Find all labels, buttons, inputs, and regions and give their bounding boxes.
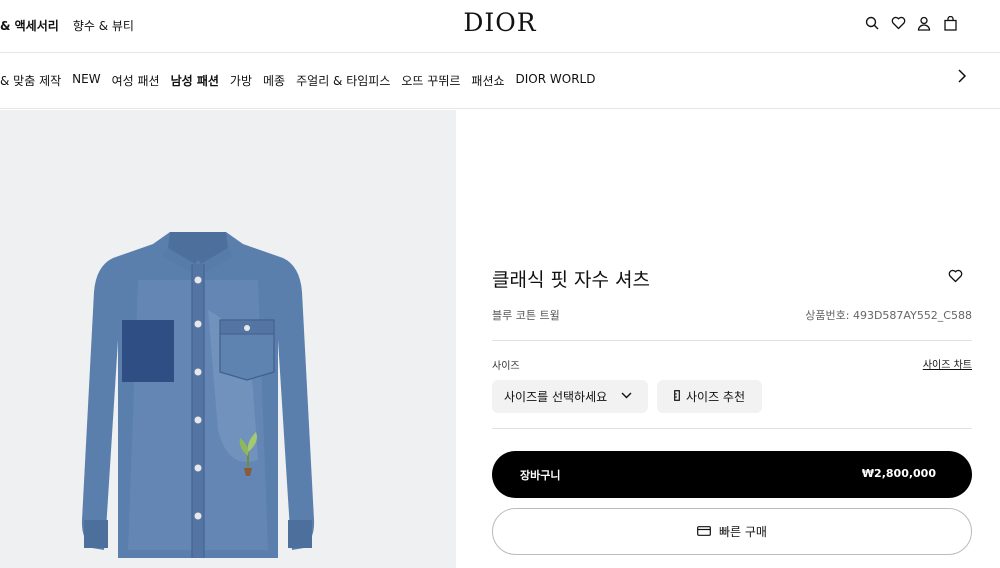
wishlist-heart-icon[interactable] — [948, 268, 964, 284]
nav-item-dior-world[interactable]: DIOR WORLD — [516, 72, 596, 89]
header-icons — [864, 14, 958, 32]
size-select-dropdown[interactable]: 사이즈를 선택하세요 — [492, 380, 648, 413]
divider — [492, 340, 972, 341]
nav-item-haute-couture[interactable]: 오뜨 꾸뛰르 — [401, 72, 460, 89]
add-to-cart-button[interactable]: 장바구니 ₩2,800,000 — [492, 451, 972, 498]
nav-item-fashion-show[interactable]: 패션쇼 — [471, 72, 504, 89]
quick-buy-button[interactable]: 빠른 구매 — [492, 508, 972, 555]
bag-icon[interactable] — [942, 14, 958, 32]
product-image-area — [0, 110, 456, 568]
search-icon[interactable] — [864, 14, 880, 32]
nav-item-men[interactable]: 남성 패션 — [171, 72, 219, 89]
product-title: 클래식 핏 자수 셔츠 — [492, 269, 650, 291]
denim-shirt-image — [81, 232, 315, 558]
nav-item-maison[interactable]: 메종 — [263, 72, 285, 89]
size-recommend-label: 사이즈 추천 — [685, 390, 745, 404]
nav-item-custom[interactable]: & 맞춤 제작 — [0, 72, 61, 89]
main-nav: & 맞춤 제작 NEW 여성 패션 남성 패션 가방 메종 주얼리 & 타임피스… — [0, 53, 1000, 109]
user-icon[interactable] — [916, 14, 932, 32]
product-code: 상품번호: 493D587AY552_C588 — [805, 309, 972, 322]
size-recommend-button[interactable]: 사이즈 추천 — [657, 380, 762, 413]
nav-item-women[interactable]: 여성 패션 — [112, 72, 160, 89]
divider — [492, 428, 972, 429]
chevron-right-icon[interactable] — [957, 69, 967, 87]
quick-buy-label: 빠른 구매 — [719, 525, 767, 539]
nav-item-bags[interactable]: 가방 — [230, 72, 252, 89]
nav-item-new[interactable]: NEW — [72, 72, 100, 89]
cart-label: 장바구니 — [520, 469, 561, 482]
card-icon — [697, 525, 711, 539]
dior-logo[interactable]: DIOR — [0, 8, 1000, 37]
product-meta-row: 블루 코튼 트윌 상품번호: 493D587AY552_C588 — [492, 307, 972, 327]
product-price: ₩2,800,000 — [861, 467, 936, 480]
size-select-label: 사이즈를 선택하세요 — [504, 390, 608, 404]
size-label: 사이즈 — [492, 361, 520, 372]
chevron-down-icon — [621, 391, 632, 402]
heart-icon[interactable] — [890, 14, 906, 32]
size-chart-link[interactable]: 사이즈 차트 — [923, 356, 972, 371]
title-row: 클래식 핏 자수 셔츠 — [492, 265, 972, 292]
top-bar: & 액세서리 향수 & 뷰티 DIOR — [0, 0, 1000, 53]
nav-items: & 맞춤 제작 NEW 여성 패션 남성 패션 가방 메종 주얼리 & 타임피스… — [0, 72, 595, 89]
ruler-icon — [674, 389, 680, 404]
product-material: 블루 코튼 트윌 — [492, 309, 560, 322]
nav-item-jewelry[interactable]: 주얼리 & 타임피스 — [296, 72, 390, 89]
